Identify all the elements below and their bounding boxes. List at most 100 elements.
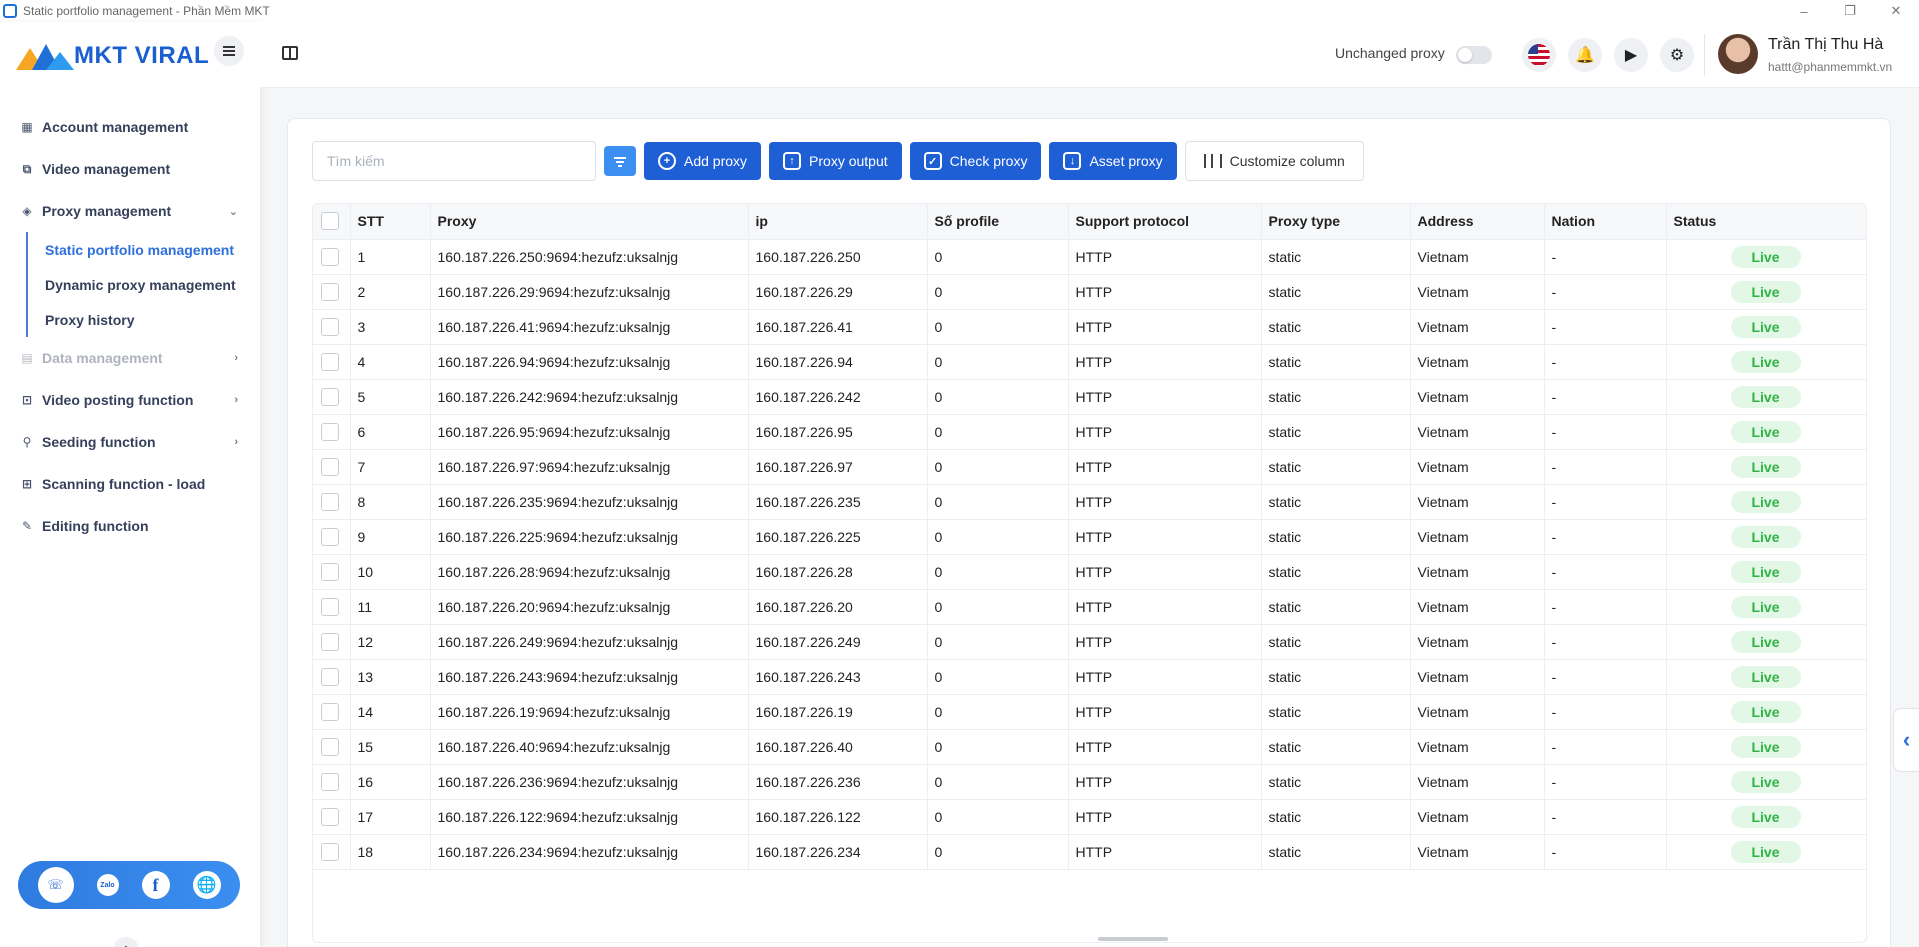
scrollbar-thumb[interactable] (1098, 937, 1168, 941)
sidebar-item-label: Proxy management (42, 203, 172, 219)
cell-protocol: HTTP (1068, 764, 1262, 800)
table-row[interactable]: 7 160.187.226.97:9694:hezufz:uksalnjg 160.… (313, 449, 1866, 485)
row-select-cell (313, 309, 351, 345)
minimize-button[interactable]: – (1781, 0, 1827, 22)
row-checkbox[interactable] (321, 632, 339, 651)
restore-button[interactable]: ❐ (1827, 0, 1873, 22)
sidebar-item-data-management[interactable]: ▤ Data management › (0, 337, 260, 379)
gear-icon[interactable]: ⚙ (1660, 38, 1694, 72)
facebook-icon[interactable]: f (141, 871, 170, 899)
column-header-address[interactable]: Address (1410, 204, 1545, 240)
cell-profiles: 0 (927, 414, 1069, 450)
cell-stt: 13 (350, 659, 431, 695)
expand-panel-tab[interactable]: ‹ (1893, 708, 1919, 772)
sidebar-item-account-management[interactable]: ▦ Account management (0, 106, 260, 148)
column-header-proxy-type[interactable]: Proxy type (1261, 204, 1411, 240)
cell-address: Vietnam (1410, 799, 1545, 835)
row-checkbox[interactable] (321, 597, 339, 616)
column-header-ip[interactable]: ip (748, 204, 928, 240)
table-row[interactable]: 18 160.187.226.234:9694:hezufz:uksalnjg 16… (313, 834, 1866, 870)
chevron-right-icon: › (234, 352, 238, 364)
asset-proxy-button[interactable]: ↓ Asset proxy (1049, 142, 1177, 180)
globe-icon[interactable]: 🌐 (192, 871, 221, 899)
support-icon[interactable]: ☏ (37, 867, 74, 903)
close-button[interactable]: ✕ (1873, 0, 1919, 22)
table-row[interactable]: 8 160.187.226.235:9694:hezufz:uksalnjg 160… (313, 484, 1866, 520)
table-row[interactable]: 11 160.187.226.20:9694:hezufz:uksalnjg 160… (313, 589, 1866, 625)
cell-stt: 9 (350, 519, 431, 555)
table-row[interactable]: 14 160.187.226.19:9694:hezufz:uksalnjg 160… (313, 694, 1866, 730)
table-row[interactable]: 3 160.187.226.41:9694:hezufz:uksalnjg 160.… (313, 309, 1866, 345)
menu-toggle-button[interactable] (214, 36, 244, 66)
table-row[interactable]: 16 160.187.226.236:9694:hezufz:uksalnjg 16… (313, 764, 1866, 800)
table-row[interactable]: 12 160.187.226.249:9694:hezufz:uksalnjg 16… (313, 624, 1866, 660)
row-checkbox[interactable] (321, 737, 339, 756)
horizontal-scrollbar[interactable] (312, 937, 1867, 943)
row-checkbox[interactable] (321, 282, 339, 301)
sidebar-item-label: Data management (42, 350, 163, 366)
table-row[interactable]: 17 160.187.226.122:9694:hezufz:uksalnjg 16… (313, 799, 1866, 835)
cell-proxy: 160.187.226.235:9694:hezufz:uksalnjg (430, 484, 749, 520)
column-header-status[interactable]: Status (1666, 204, 1866, 240)
table-row[interactable]: 13 160.187.226.243:9694:hezufz:uksalnjg 16… (313, 659, 1866, 695)
row-checkbox[interactable] (321, 807, 339, 826)
avatar[interactable] (1718, 34, 1758, 74)
sidebar-subitem-static-portfolio[interactable]: Static portfolio management (28, 232, 260, 267)
sidebar-item-seeding[interactable]: ⚲ Seeding function › (0, 421, 260, 463)
cell-stt: 18 (350, 834, 431, 870)
table-row[interactable]: 2 160.187.226.29:9694:hezufz:uksalnjg 160.… (313, 274, 1866, 310)
row-checkbox[interactable] (321, 352, 339, 371)
cell-status: Live (1666, 624, 1866, 660)
bell-icon[interactable]: 🔔 (1568, 38, 1602, 72)
column-header-profiles[interactable]: Số profile (927, 204, 1069, 240)
customize-column-button[interactable]: Customize column (1184, 141, 1364, 181)
row-checkbox[interactable] (321, 317, 339, 336)
table-row[interactable]: 6 160.187.226.95:9694:hezufz:uksalnjg 160.… (313, 414, 1866, 450)
sidebar-item-label: Video management (42, 161, 171, 177)
row-checkbox[interactable] (321, 702, 339, 721)
search-input[interactable] (312, 141, 596, 181)
column-header-stt[interactable]: STT (350, 204, 431, 240)
sidebar-item-proxy-management[interactable]: ◈ Proxy management ⌄ (0, 190, 260, 232)
row-checkbox[interactable] (321, 422, 339, 441)
column-header-protocol[interactable]: Support protocol (1068, 204, 1262, 240)
unchanged-proxy-toggle[interactable] (1456, 46, 1492, 64)
sidebar-item-video-posting[interactable]: ⊡ Video posting function › (0, 379, 260, 421)
row-checkbox[interactable] (321, 527, 339, 546)
table-row[interactable]: 5 160.187.226.242:9694:hezufz:uksalnjg 160… (313, 379, 1866, 415)
check-proxy-button[interactable]: ✓ Check proxy (909, 142, 1042, 180)
row-checkbox[interactable] (321, 247, 339, 266)
app-logo[interactable]: MKT VIRAL (16, 40, 209, 72)
proxy-output-button[interactable]: ↑ Proxy output (769, 142, 902, 180)
status-badge: Live (1730, 595, 1801, 618)
row-checkbox[interactable] (321, 457, 339, 476)
cell-nation: - (1544, 589, 1667, 625)
logo-mark-icon (16, 42, 74, 70)
table-row[interactable]: 1 160.187.226.250:9694:hezufz:uksalnjg 160… (313, 239, 1866, 275)
row-checkbox[interactable] (321, 772, 339, 791)
select-all-checkbox[interactable] (321, 212, 339, 231)
row-checkbox[interactable] (321, 387, 339, 406)
add-proxy-button[interactable]: + Add proxy (644, 142, 762, 180)
row-checkbox[interactable] (321, 842, 339, 861)
sidebar-item-scanning[interactable]: ⊞ Scanning function - load (0, 463, 260, 505)
sidebar-subitem-proxy-history[interactable]: Proxy history (28, 302, 260, 337)
table-row[interactable]: 4 160.187.226.94:9694:hezufz:uksalnjg 160.… (313, 344, 1866, 380)
column-header-nation[interactable]: Nation (1544, 204, 1667, 240)
filter-button[interactable] (604, 146, 636, 176)
table-row[interactable]: 9 160.187.226.225:9694:hezufz:uksalnjg 160… (313, 519, 1866, 555)
column-header-proxy[interactable]: Proxy (430, 204, 749, 240)
collapse-up-icon[interactable]: ⌃ (113, 937, 139, 947)
sidebar-item-editing[interactable]: ✎ Editing function (0, 505, 260, 547)
zalo-icon[interactable]: Zalo (96, 874, 119, 896)
row-checkbox[interactable] (321, 562, 339, 581)
row-checkbox[interactable] (321, 667, 339, 686)
language-button[interactable] (1522, 38, 1556, 72)
sidebar-subitem-dynamic-proxy[interactable]: Dynamic proxy management (28, 267, 260, 302)
sidebar-item-video-management[interactable]: ⧉ Video management (0, 148, 260, 190)
panel-layout-icon[interactable] (282, 46, 298, 60)
table-row[interactable]: 10 160.187.226.28:9694:hezufz:uksalnjg 160… (313, 554, 1866, 590)
play-icon[interactable]: ▶ (1614, 38, 1648, 72)
row-checkbox[interactable] (321, 492, 339, 511)
table-row[interactable]: 15 160.187.226.40:9694:hezufz:uksalnjg 160… (313, 729, 1866, 765)
